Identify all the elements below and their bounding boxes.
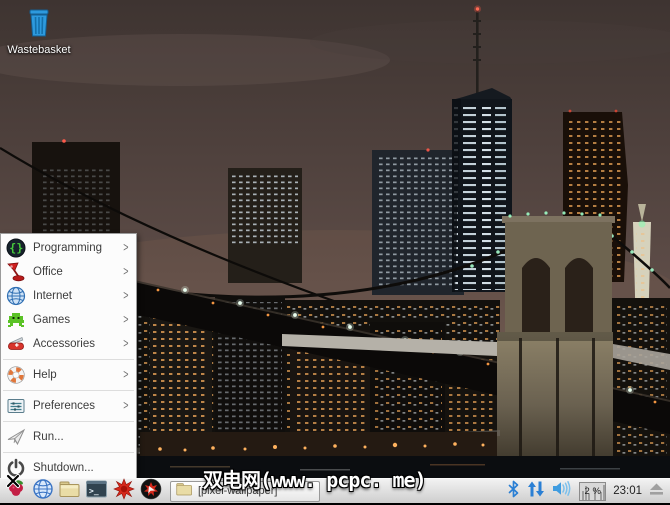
bluetooth-icon[interactable] <box>507 480 520 503</box>
submenu-arrow-icon: > <box>123 289 128 303</box>
svg-text:}: } <box>16 241 23 255</box>
menu-item-programming[interactable]: { } Programming > <box>1 236 136 260</box>
menu-item-help[interactable]: Help > <box>1 363 136 387</box>
run-icon <box>6 427 26 447</box>
submenu-arrow-icon: > <box>123 241 128 255</box>
menu-separator <box>3 452 134 453</box>
cpu-percent-label: 2 % <box>585 486 601 497</box>
games-icon <box>6 310 26 330</box>
menu-item-label: Accessories <box>33 338 95 350</box>
shutdown-icon <box>6 458 26 478</box>
wastebasket-label: Wastebasket <box>7 44 70 56</box>
wolfram-icon <box>140 478 162 505</box>
mathematica-star-icon <box>113 478 135 505</box>
menu-separator <box>3 359 134 360</box>
file-manager-launcher[interactable] <box>57 480 82 503</box>
menu-item-office[interactable]: Office > <box>1 260 136 284</box>
svg-text:{: { <box>9 241 16 255</box>
wastebasket-desktop-icon[interactable]: Wastebasket <box>6 7 72 56</box>
menu-separator <box>3 421 134 422</box>
folder-icon <box>58 478 81 505</box>
internet-icon <box>6 286 26 306</box>
submenu-arrow-icon: > <box>123 368 128 382</box>
programming-icon: { } <box>6 238 26 258</box>
submenu-arrow-icon: > <box>123 337 128 351</box>
menu-item-accessories[interactable]: Accessories > <box>1 332 136 356</box>
submenu-arrow-icon: > <box>123 399 128 413</box>
preferences-icon <box>6 396 26 416</box>
menu-item-label: Office <box>33 266 63 278</box>
wolfram-launcher[interactable] <box>138 480 163 503</box>
accessories-icon <box>6 334 26 354</box>
menu-item-games[interactable]: Games > <box>1 308 136 332</box>
menu-item-shutdown[interactable]: Shutdown... <box>1 456 136 480</box>
submenu-arrow-icon: > <box>123 313 128 327</box>
menu-item-label: Run... <box>33 431 64 443</box>
system-tray: 2 % 23:01 <box>507 480 667 503</box>
raspberry-menu-icon <box>5 478 27 505</box>
folder-icon <box>176 482 193 500</box>
terminal-launcher[interactable]: >_ <box>84 480 109 503</box>
wastebasket-icon <box>23 7 55 42</box>
help-icon <box>6 365 26 385</box>
watermark-text: 双电网(www. pcpc. me) <box>203 464 426 493</box>
menu-item-label: Programming <box>33 242 102 254</box>
menu-button[interactable] <box>3 480 28 503</box>
menu-item-label: Help <box>33 369 57 381</box>
office-icon <box>6 262 26 282</box>
menu-item-label: Shutdown... <box>33 462 94 474</box>
globe-browser-icon <box>32 478 54 505</box>
application-menu: { } Programming > Office > <box>0 233 137 483</box>
network-arrows-icon[interactable] <box>527 480 545 503</box>
cpu-monitor[interactable]: 2 % <box>579 482 606 501</box>
terminal-icon: >_ <box>85 478 108 505</box>
menu-separator <box>3 390 134 391</box>
clock[interactable]: 23:01 <box>613 485 642 497</box>
menu-item-internet[interactable]: Internet > <box>1 284 136 308</box>
svg-text:>_: >_ <box>89 486 99 495</box>
menu-item-preferences[interactable]: Preferences > <box>1 394 136 418</box>
menu-item-run[interactable]: Run... <box>1 425 136 449</box>
mathematica-launcher[interactable] <box>111 480 136 503</box>
eject-icon[interactable] <box>649 482 664 501</box>
menu-item-label: Preferences <box>33 400 95 412</box>
volume-icon[interactable] <box>552 480 572 502</box>
menu-item-label: Internet <box>33 290 72 302</box>
menu-item-label: Games <box>33 314 70 326</box>
web-browser-launcher[interactable] <box>30 480 55 503</box>
submenu-arrow-icon: > <box>123 265 128 279</box>
